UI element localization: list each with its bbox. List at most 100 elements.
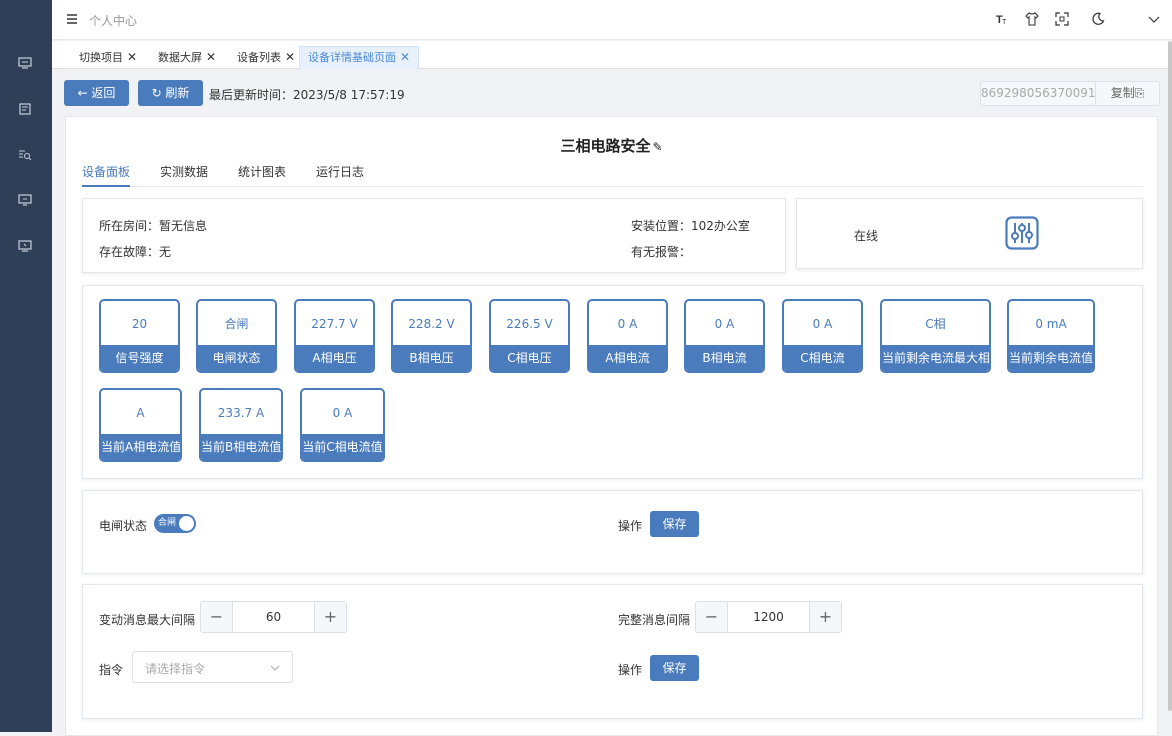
tab-label: 数据大屏 — [158, 51, 202, 64]
main-content: ← 返回 ↻ 刷新 最后更新时间：2023/5/8 17:57:19 86929… — [52, 70, 1168, 736]
edit-icon[interactable]: ✎ — [652, 140, 662, 154]
top-header: 个人中心 TT — [52, 0, 1172, 40]
fault-info: 存在故障：无 — [99, 245, 172, 259]
tab-measured-data[interactable]: 实测数据 — [160, 163, 208, 187]
sliders-icon — [1005, 216, 1039, 250]
decrement-button[interactable]: − — [201, 602, 233, 632]
metric-card: 0 A A相电流 — [587, 299, 668, 373]
tabs-bar: 切换项目 ✕ 数据大屏 ✕ 设备列表 ✕ 设备详情基础页面 ✕ — [52, 41, 1172, 70]
interval-value[interactable]: 60 — [233, 602, 314, 632]
metric-label: 当前B相电流值 — [201, 434, 281, 460]
device-card: 三相电路安全 ✎ 设备面板 实测数据 统计图表 运行日志 所在房间：暂无信息 存在… — [65, 116, 1158, 736]
list-search-icon[interactable] — [18, 149, 32, 161]
screen-icon[interactable] — [18, 240, 32, 252]
metric-label: 当前剩余电流最大相 — [882, 345, 989, 371]
switch-toggle[interactable]: 合闸 — [154, 514, 196, 533]
breadcrumb: 个人中心 — [89, 14, 138, 28]
tab-data-screen[interactable]: 数据大屏 ✕ — [149, 46, 225, 70]
metric-card: 0 A C相电流 — [782, 299, 863, 373]
tab-device-detail[interactable]: 设备详情基础页面 ✕ — [299, 46, 420, 70]
tab-device-panel[interactable]: 设备面板 — [82, 163, 131, 187]
metric-card: 0 A B相电流 — [684, 299, 765, 373]
metric-label: 电闸状态 — [198, 345, 275, 371]
page-title: 三相电路安全 ✎ — [66, 135, 1157, 156]
copy-button[interactable]: 复制⎘ — [1095, 81, 1160, 106]
info-panel: 所在房间：暂无信息 存在故障：无 安装位置：102办公室 有无报警： — [82, 198, 786, 273]
decrement-button[interactable]: − — [696, 602, 728, 632]
full-interval-label: 完整消息间隔 — [618, 613, 691, 627]
close-icon[interactable]: ✕ — [206, 50, 216, 64]
metric-value: 227.7 V — [311, 317, 358, 331]
font-size-icon[interactable]: TT — [995, 12, 1009, 26]
chat-monitor-icon[interactable] — [18, 194, 32, 206]
operation-label: 操作 — [618, 663, 643, 677]
config-panel: 变动消息最大间隔 − 60 + 完整消息间隔 − 1200 + 指令 请选择指令… — [82, 584, 1143, 719]
metric-card: 233.7 A 当前B相电流值 — [199, 388, 283, 462]
menu-icon[interactable] — [66, 13, 78, 25]
save-button[interactable]: 保存 — [650, 511, 699, 537]
full-interval-value[interactable]: 1200 — [728, 602, 809, 632]
device-title-text: 三相电路安全 — [560, 137, 651, 155]
operation-label: 操作 — [618, 519, 643, 533]
metric-value: 0 mA — [1035, 317, 1067, 331]
device-tabs: 设备面板 实测数据 统计图表 运行日志 — [82, 163, 1143, 187]
status-panel: 在线 — [796, 198, 1143, 269]
metric-label: 当前C相电流值 — [302, 434, 383, 460]
alarm-info: 有无报警： — [631, 245, 692, 259]
chevron-down-icon[interactable] — [1147, 12, 1161, 26]
full-interval-stepper[interactable]: − 1200 + — [695, 601, 842, 633]
metrics-panel: 20 信号强度 合闸 电闸状态 227.7 V A相电压 228.2 V B相电压 22… — [82, 285, 1143, 479]
close-icon[interactable]: ✕ — [127, 50, 137, 64]
metric-value: 226.5 V — [506, 317, 553, 331]
metric-card: 20 信号强度 — [99, 299, 180, 373]
metric-label: C相电流 — [784, 345, 861, 371]
monitor-icon[interactable] — [18, 57, 32, 69]
theme-shirt-icon[interactable] — [1025, 12, 1039, 26]
interval-stepper[interactable]: − 60 + — [200, 601, 347, 633]
device-id-field[interactable]: 869298056370091 — [980, 81, 1096, 106]
online-status: 在线 — [854, 229, 879, 243]
increment-button[interactable]: + — [314, 602, 346, 632]
sidebar — [0, 0, 52, 732]
metric-value: 20 — [131, 317, 148, 331]
back-button[interactable]: ← 返回 — [64, 80, 129, 106]
close-icon[interactable]: ✕ — [285, 50, 295, 64]
tab-label: 设备列表 — [237, 51, 281, 64]
tab-switch-project[interactable]: 切换项目 ✕ — [70, 46, 146, 70]
switch-state-label: 电闸状态 — [99, 519, 148, 533]
metric-card: 226.5 V C相电压 — [489, 299, 570, 373]
page-scrollbar[interactable] — [1168, 41, 1172, 711]
close-icon[interactable]: ✕ — [400, 50, 410, 64]
tab-statistics-chart[interactable]: 统计图表 — [238, 163, 286, 187]
metric-card: 0 mA 当前剩余电流值 — [1007, 299, 1095, 373]
metric-label: B相电流 — [686, 345, 763, 371]
metric-label: 当前剩余电流值 — [1009, 345, 1093, 371]
metric-card: 227.7 V A相电压 — [294, 299, 375, 373]
metric-value: 0 A — [714, 317, 735, 331]
save-button[interactable]: 保存 — [650, 655, 699, 681]
metric-value: 0 A — [332, 406, 353, 420]
svg-text:T: T — [1002, 19, 1007, 26]
tab-label: 设备详情基础页面 — [308, 51, 396, 64]
metric-label: A相电压 — [296, 345, 373, 371]
command-select[interactable]: 请选择指令 — [132, 651, 293, 683]
dashboard-icon[interactable] — [18, 103, 32, 115]
tab-device-list[interactable]: 设备列表 ✕ — [228, 46, 304, 70]
tab-run-log[interactable]: 运行日志 — [316, 163, 364, 187]
room-info: 所在房间：暂无信息 — [99, 219, 208, 233]
last-update-time: 最后更新时间：2023/5/8 17:57:19 — [209, 88, 405, 102]
refresh-button[interactable]: ↻ 刷新 — [138, 80, 203, 106]
metric-label: B相电压 — [393, 345, 470, 371]
metric-card: 0 A 当前C相电流值 — [300, 388, 385, 462]
command-label: 指令 — [99, 663, 124, 677]
tab-label: 切换项目 — [79, 51, 123, 64]
metric-label: A相电流 — [589, 345, 666, 371]
metric-value: 0 A — [812, 317, 833, 331]
dark-mode-icon[interactable] — [1091, 12, 1105, 26]
toggle-knob — [179, 516, 194, 531]
metric-card: A 当前A相电流值 — [99, 388, 182, 462]
fullscreen-icon[interactable] — [1055, 12, 1069, 26]
metric-value: 228.2 V — [408, 317, 455, 331]
increment-button[interactable]: + — [809, 602, 841, 632]
metric-value: A — [136, 406, 145, 420]
